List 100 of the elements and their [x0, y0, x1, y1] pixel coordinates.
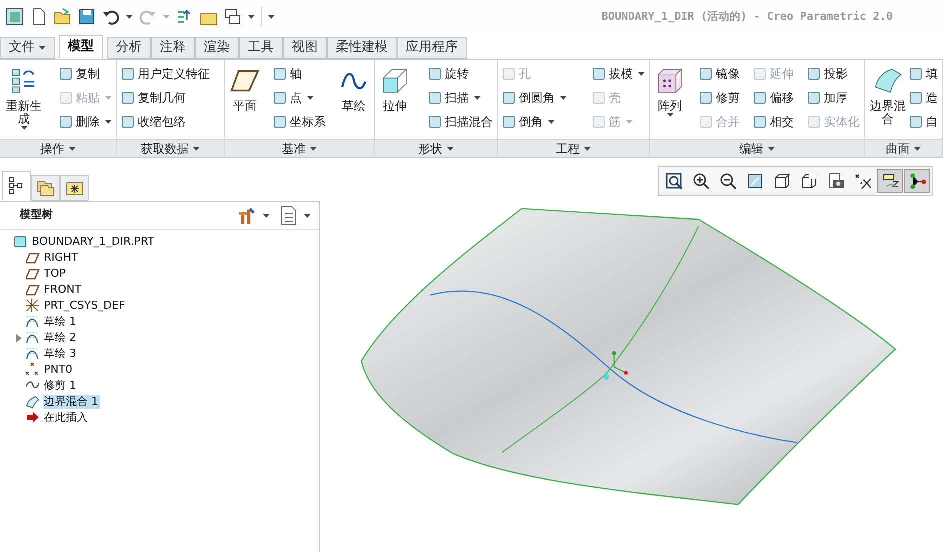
ribbon-button[interactable]: 相交 — [752, 110, 795, 134]
ribbon-button[interactable]: 坐标系 — [272, 110, 327, 134]
ribbon-group-label[interactable]: 获取数据 — [117, 139, 224, 157]
ribbon-button[interactable]: 自 — [908, 110, 939, 134]
tree-item[interactable]: 草绘 2 — [16, 331, 78, 345]
ribbon-button[interactable]: 偏移 — [752, 86, 795, 110]
ribbon-button[interactable]: 收缩包络 — [120, 110, 211, 134]
button-label: 旋转 — [445, 66, 469, 83]
tree-item[interactable]: 草绘 3 — [16, 347, 78, 361]
ribbon-button[interactable]: 扫描混合 — [427, 110, 494, 134]
ribbon-button[interactable]: 复制几何 — [120, 86, 211, 110]
button-label: 筋 — [609, 114, 621, 131]
tree-item[interactable]: TOP — [16, 267, 68, 281]
undo-icon[interactable] — [102, 8, 120, 26]
ribbon-tab[interactable]: 渲染 — [195, 37, 239, 59]
caret-icon — [446, 146, 454, 150]
ribbon-group-label[interactable]: 编辑 — [650, 139, 864, 157]
view-toolbar-button[interactable] — [877, 169, 903, 193]
ribbon-tab[interactable]: 应用程序 — [397, 37, 467, 59]
ribbon-button[interactable]: 扫描 — [427, 86, 494, 110]
button-label: 坐标系 — [290, 114, 326, 131]
ribbon-group-label[interactable]: 曲面 — [865, 139, 942, 157]
ribbon-tab[interactable]: 视图 — [283, 37, 327, 59]
ribbon-tab[interactable]: 模型 — [59, 35, 103, 59]
ribbon-button[interactable]: 倒圆角 — [501, 86, 568, 110]
panel-tab[interactable] — [2, 171, 31, 201]
ribbon-large-button[interactable]: 拉伸 — [378, 62, 412, 138]
button-label: 粘贴 — [76, 90, 100, 107]
zoom-in-icon — [692, 172, 710, 190]
ribbon-button[interactable]: 拔模 — [591, 62, 646, 86]
button-label: 合并 — [716, 114, 740, 131]
tree-item[interactable]: 在此插入 — [16, 411, 89, 425]
square-icon — [429, 92, 441, 104]
ribbon-button[interactable]: 用户定义特征 — [120, 62, 211, 86]
ribbon-tab[interactable]: 注释 — [151, 37, 195, 59]
part-icon — [14, 235, 28, 249]
surface-icon — [26, 395, 40, 409]
open-folder-icon[interactable] — [54, 8, 72, 26]
ribbon-button[interactable]: 修剪 — [698, 86, 741, 110]
ribbon-large-button[interactable]: 重新生成 — [3, 62, 45, 138]
view-toolbar-button[interactable] — [904, 169, 930, 193]
tools-icon[interactable] — [237, 206, 257, 226]
ribbon-tab[interactable]: 工具 — [239, 37, 283, 59]
button-label: 壳 — [609, 90, 621, 107]
button-label: 边界混合 — [870, 100, 906, 126]
zoom-fit-icon — [665, 172, 683, 190]
list-icon[interactable] — [280, 206, 298, 226]
ribbon-button[interactable]: 投影 — [806, 62, 861, 86]
square-icon — [754, 116, 766, 128]
tree-item[interactable]: 草绘 1 — [16, 315, 78, 329]
ribbon-button[interactable]: 加厚 — [806, 86, 861, 110]
save-icon[interactable] — [78, 8, 96, 26]
square-icon — [274, 116, 286, 128]
ribbon-button[interactable]: 填 — [908, 62, 939, 86]
ribbon-tab[interactable]: 分析 — [107, 37, 151, 59]
ribbon-group-label[interactable]: 工程 — [498, 139, 649, 157]
ribbon-button[interactable]: 镜像 — [698, 62, 741, 86]
expand-arrow-icon[interactable] — [16, 334, 22, 342]
ribbon-large-button[interactable]: 草绘 — [337, 62, 371, 138]
ribbon-tab[interactable]: 文件 — [0, 37, 55, 59]
square-icon — [122, 92, 134, 104]
panel-tab[interactable] — [60, 175, 89, 201]
square-icon — [808, 116, 820, 128]
tree-item[interactable]: FRONT — [16, 283, 83, 297]
ribbon-large-button[interactable]: 阵列 — [653, 62, 687, 138]
ribbon-group-label[interactable]: 操作 — [0, 139, 116, 157]
ribbon-button[interactable]: 复制 — [58, 62, 113, 86]
caret-icon — [68, 146, 76, 150]
button-label: 偏移 — [770, 90, 794, 107]
ribbon-button[interactable]: 旋转 — [427, 62, 494, 86]
ribbon-button[interactable]: 倒角 — [501, 110, 568, 134]
windows-icon[interactable] — [224, 8, 242, 26]
ribbon-button[interactable]: 轴 — [272, 62, 327, 86]
button-label: 阵列 — [658, 100, 682, 113]
square-icon — [910, 68, 922, 80]
ribbon-large-button[interactable]: 平面 — [228, 62, 262, 138]
caret-icon — [248, 15, 255, 19]
axes-icon — [26, 299, 40, 313]
square-icon — [429, 116, 441, 128]
ribbon-button[interactable]: 造 — [908, 86, 939, 110]
square-icon — [274, 68, 286, 80]
camera-icon — [827, 172, 845, 190]
ribbon-large-button[interactable]: 边界混合 — [868, 62, 908, 138]
caret-icon — [163, 15, 170, 19]
button-label: 实体化 — [824, 114, 860, 131]
tree-item[interactable]: RIGHT — [16, 251, 80, 265]
ribbon-tab[interactable]: 柔性建模 — [327, 37, 397, 59]
tree-item[interactable]: BOUNDARY_1_DIR.PRT — [4, 235, 156, 249]
window-icon[interactable] — [6, 8, 24, 26]
tree-item[interactable]: PNT0 — [16, 363, 74, 377]
ribbon-group-label[interactable]: 基准 — [225, 139, 374, 157]
square-icon — [910, 92, 922, 104]
ribbon-button[interactable]: 删除 — [58, 110, 113, 134]
ribbon-group-label[interactable]: 形状 — [375, 139, 497, 157]
ribbon-button[interactable]: 点 — [272, 86, 327, 110]
caret-icon — [584, 146, 591, 150]
tree-item[interactable]: PRT_CSYS_DEF — [16, 299, 126, 313]
button-label: 平面 — [233, 100, 257, 113]
tree-item[interactable]: 修剪 1 — [16, 379, 78, 393]
button-label: 倒角 — [519, 114, 543, 131]
